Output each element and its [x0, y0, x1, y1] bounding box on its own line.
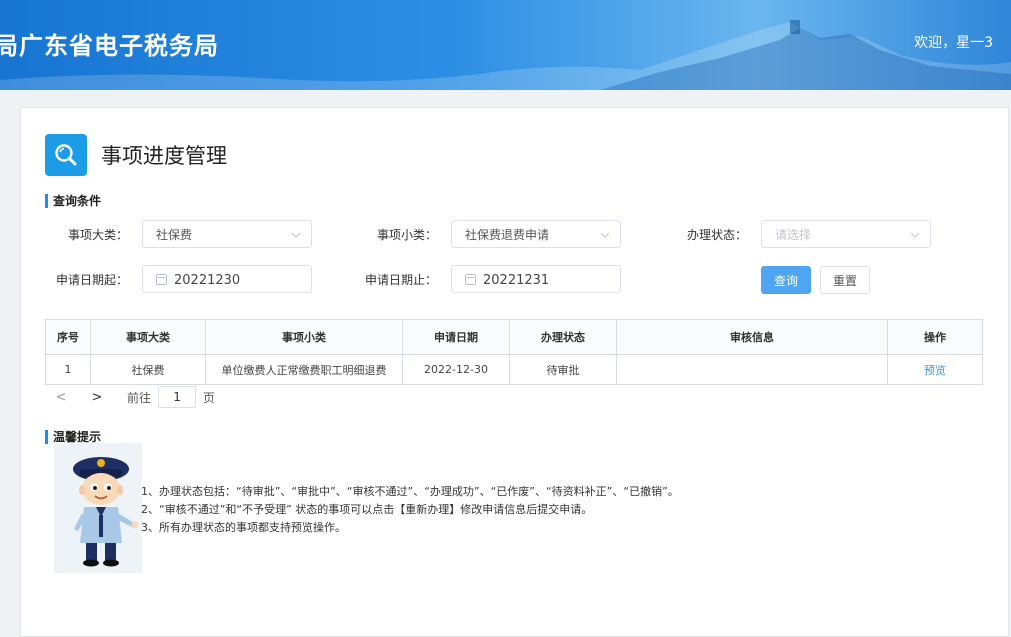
chevron-down-icon — [910, 232, 920, 238]
end-date-label: 申请日期止： — [364, 273, 437, 287]
tip-line-1: 1、办理状态包括：“待审批”、“审批中”、“审核不通过”、“办理成功”、“已作废… — [141, 485, 679, 498]
column-header-date: 申请日期 — [402, 319, 510, 355]
page-title: 事项进度管理 — [101, 144, 227, 168]
results-table: 序号 事项大类 事项小类 申请日期 办理状态 审核信息 操作 1 社保费 单位缴… — [45, 319, 983, 385]
category-select[interactable]: 社保费 — [142, 220, 312, 248]
preview-link[interactable]: 预览 — [887, 354, 983, 385]
next-page-button[interactable]: > — [91, 390, 103, 405]
subcategory-select[interactable]: 社保费退费申请 — [451, 220, 621, 248]
end-date-value: 20221231 — [483, 273, 550, 288]
cell-category: 社保费 — [90, 354, 206, 385]
status-select[interactable]: 请选择 — [761, 220, 931, 248]
column-header-subcategory: 事项小类 — [205, 319, 403, 355]
prev-page-button[interactable]: < — [55, 390, 67, 405]
query-section-title: 查询条件 — [45, 194, 101, 208]
column-header-index: 序号 — [45, 319, 91, 355]
category-select-value: 社保费 — [156, 228, 193, 242]
cell-index: 1 — [45, 354, 91, 385]
category-label: 事项大类： — [67, 228, 128, 242]
subcategory-select-value: 社保费退费申请 — [465, 228, 550, 242]
cell-review — [616, 354, 888, 385]
start-date-value: 20221230 — [174, 273, 241, 288]
page-number-input[interactable]: 1 — [158, 386, 197, 408]
column-header-status: 办理状态 — [509, 319, 617, 355]
tax-officer-mascot-icon — [54, 443, 142, 573]
search-button[interactable]: 查询 — [761, 266, 811, 294]
status-select-placeholder: 请选择 — [775, 228, 812, 242]
chevron-down-icon — [600, 232, 610, 238]
cell-date: 2022-12-30 — [402, 354, 510, 385]
tips-list: 1、办理状态包括：“待审批”、“审批中”、“审核不通过”、“办理成功”、“已作废… — [141, 483, 679, 537]
cell-subcategory: 单位缴费人正常缴费职工明细退费 — [205, 354, 403, 385]
welcome-user: 欢迎，星一3 — [914, 35, 993, 51]
column-header-review: 审核信息 — [616, 319, 888, 355]
status-label: 办理状态： — [686, 228, 747, 242]
calendar-icon — [465, 274, 476, 285]
cell-status: 待审批 — [509, 354, 617, 385]
search-icon — [45, 134, 87, 176]
page-header: 事项进度管理 — [45, 134, 227, 176]
end-date-input[interactable]: 20221231 — [451, 265, 621, 293]
header-banner: 局广东省电子税务局 欢迎，星一3 — [0, 0, 1011, 90]
table-row: 1 社保费 单位缴费人正常缴费职工明细退费 2022-12-30 待审批 预览 — [45, 354, 983, 385]
start-date-input[interactable]: 20221230 — [142, 265, 312, 293]
chevron-down-icon — [291, 232, 301, 238]
column-header-category: 事项大类 — [90, 319, 206, 355]
start-date-label: 申请日期起： — [55, 273, 128, 287]
goto-prefix: 前往 — [127, 390, 152, 405]
tip-line-3: 3、所有办理状态的事项都支持预览操作。 — [141, 521, 346, 534]
calendar-icon — [156, 274, 167, 285]
table-header-row: 序号 事项大类 事项小类 申请日期 办理状态 审核信息 操作 — [45, 319, 983, 355]
pagination: < > 前往 1 页 — [55, 386, 215, 408]
tip-line-2: 2、“审核不通过”和“不予受理” 状态的事项可以点击【重新办理】修改申请信息后提… — [141, 503, 593, 516]
column-header-action: 操作 — [887, 319, 983, 355]
main-panel: 事项进度管理 查询条件 事项大类： 社保费 事项小类： 社保费退费申请 办理状态… — [20, 107, 1009, 637]
goto-suffix: 页 — [203, 390, 216, 405]
reset-button[interactable]: 重置 — [820, 266, 870, 294]
tips-section-title: 温馨提示 — [45, 430, 101, 444]
site-title: 局广东省电子税务局 — [0, 32, 219, 60]
subcategory-label: 事项小类： — [376, 228, 437, 242]
